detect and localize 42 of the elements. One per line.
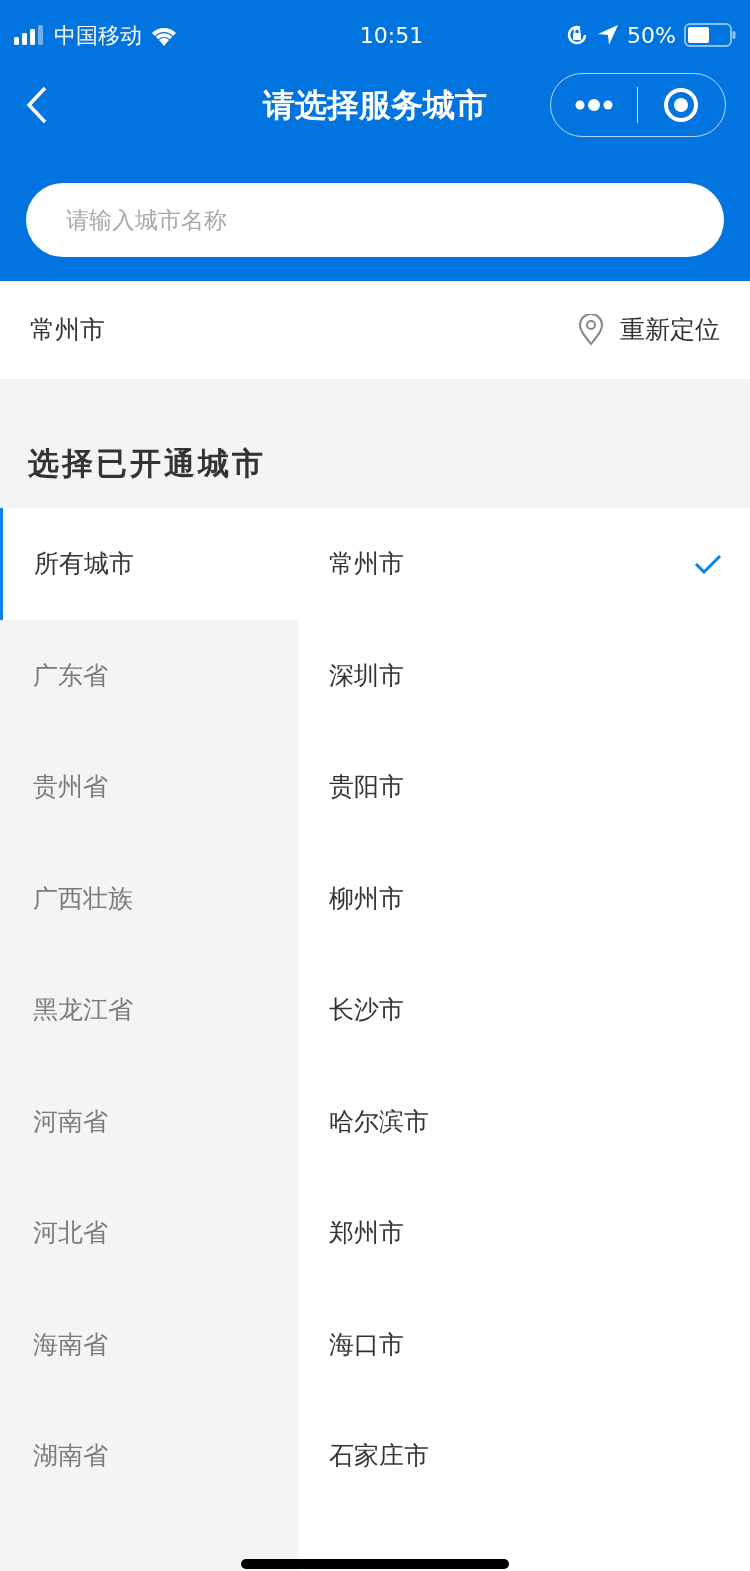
city-item[interactable]: 哈尔滨市 [299,1065,750,1177]
signal-icon [14,25,46,45]
city-item[interactable]: 海口市 [299,1288,750,1400]
city-item[interactable]: 长沙市 [299,954,750,1066]
city-name: 长沙市 [329,994,404,1026]
city-name: 郑州市 [329,1217,404,1249]
city-name: 常州市 [329,548,404,580]
city-item[interactable]: 郑州市 [299,1177,750,1289]
province-item[interactable]: 湖南省 [0,1400,299,1512]
battery-icon [684,23,736,47]
current-city: 常州市 [30,314,105,347]
province-item[interactable]: 河北省 [0,1177,299,1289]
city-name: 哈尔滨市 [329,1105,429,1138]
province-item[interactable]: 广东省 [0,619,299,731]
city-name: 海口市 [329,1328,404,1361]
battery-percent: 50% [627,21,676,50]
province-item[interactable]: 广西壮族 [0,842,299,954]
city-name: 贵阳市 [329,771,404,803]
province-item[interactable]: 所有城市 [0,508,299,620]
back-button[interactable] [26,86,48,124]
province-item[interactable]: 河南省 [0,1065,299,1177]
search-field[interactable]: 请输入城市名称 [26,183,724,257]
carrier-name: 中国移动 [54,21,142,50]
province-item[interactable]: 贵州省 [0,731,299,843]
city-item[interactable]: 贵阳市 [299,731,750,843]
location-arrow-icon [597,24,620,46]
relocate-link[interactable]: 重新定位 [620,311,720,349]
city-name: 石家庄市 [329,1440,429,1472]
city-name: 深圳市 [329,659,404,692]
section-title: 选择已开通城市 [28,443,266,483]
target-icon [663,87,699,123]
more-icon [574,98,614,112]
city-item[interactable]: 石家庄市 [299,1400,750,1512]
location-pin-icon [578,314,604,346]
page-title: 请选择服务城市 [261,85,488,126]
province-item[interactable]: 黑龙江省 [0,954,299,1066]
city-item[interactable]: 常州市 [299,508,750,620]
province-item[interactable]: 海南省 [0,1288,299,1400]
city-item[interactable]: 柳州市 [299,842,750,954]
city-name: 柳州市 [329,882,404,915]
city-item[interactable]: 深圳市 [299,619,750,731]
status-time: 10:51 [359,21,424,50]
